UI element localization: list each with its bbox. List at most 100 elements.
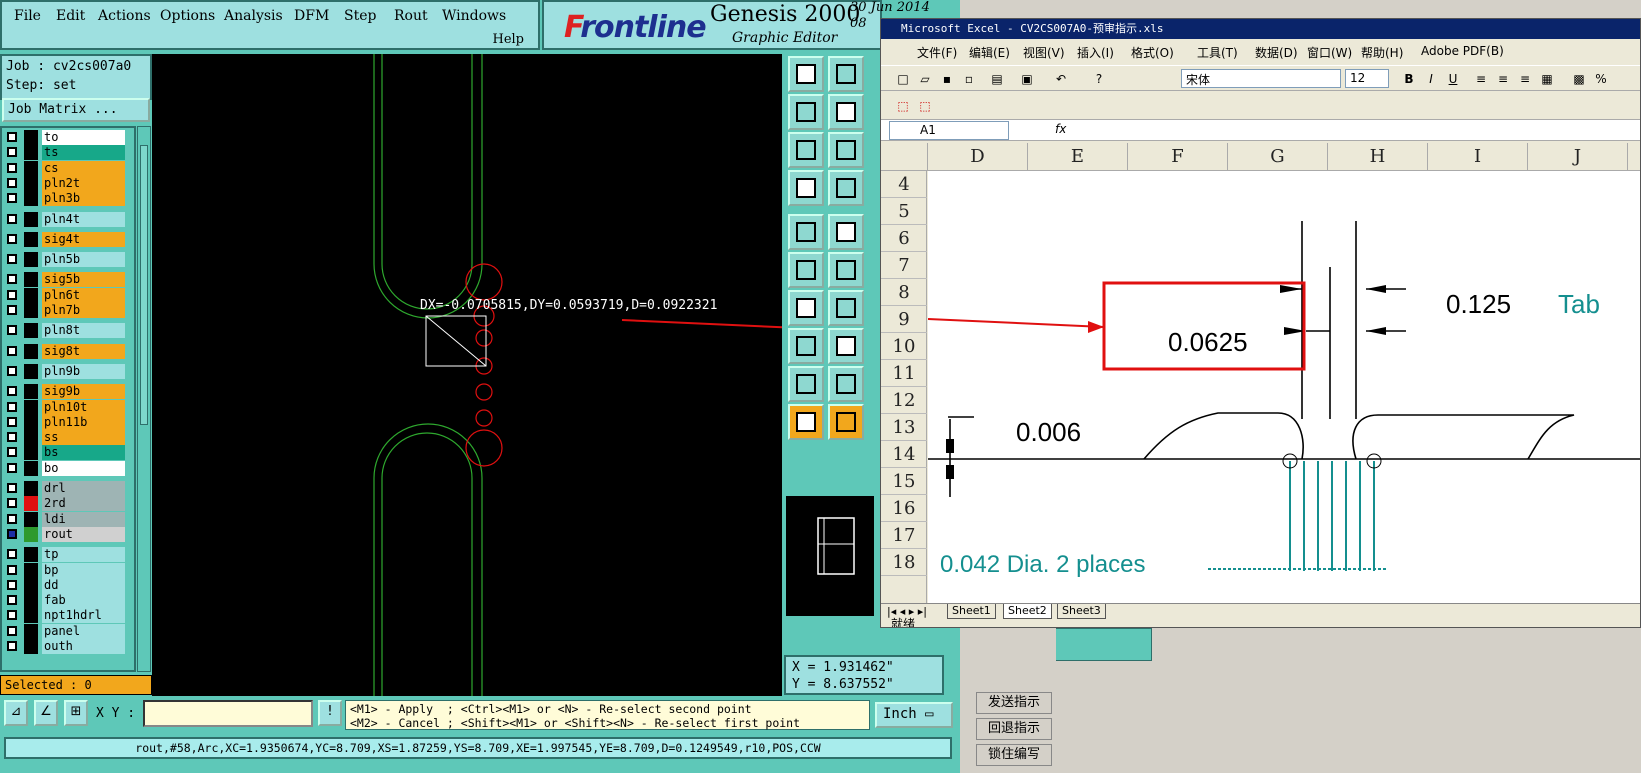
layer-checkbox[interactable] [7,386,17,397]
layer-color-swatch[interactable] [24,562,38,578]
align-center-icon[interactable]: ≡ [1495,71,1511,87]
layer-name[interactable]: bs [42,445,125,461]
layer-name[interactable]: ss [42,430,125,446]
layer-checkbox[interactable] [7,416,17,427]
sheet-tab-3[interactable]: Sheet3 [1057,604,1106,619]
layer-color-swatch[interactable] [24,272,38,288]
layer-row-pln11b[interactable]: pln11b [4,414,125,430]
layer-row-npt1hdrl[interactable]: npt1hdrl [4,608,125,624]
row-header-4[interactable]: 4 [881,171,927,198]
select-poly-tool-button[interactable] [828,214,864,250]
print-icon[interactable]: ▤ [989,71,1005,87]
menu-help[interactable]: Help [492,32,524,47]
layer-checkbox[interactable] [7,432,17,443]
bold-icon[interactable]: B [1401,71,1417,87]
xmenu-help[interactable]: 帮助(H) [1361,44,1403,61]
font-name-select[interactable]: 宋体 [1181,69,1341,88]
layer-name[interactable]: pln10t [42,399,125,415]
layer-color-swatch[interactable] [24,384,38,400]
send-instruction-button[interactable]: 发送指示 [976,692,1052,714]
row-header-5[interactable]: 5 [881,198,927,225]
worksheet-area[interactable]: 0.0625 0.125 Tab 0.006 0.042 Dia. 2 plac… [928,171,1640,603]
help-icon[interactable]: ? [1091,71,1107,87]
sheet-tab-1[interactable]: Sheet1 [947,604,996,619]
layer-row-drl[interactable]: drl [4,481,125,496]
new-icon[interactable]: □ [895,71,911,87]
layer-color-swatch[interactable] [24,414,38,430]
layer-name[interactable]: sig4t [42,231,125,247]
menu-rout[interactable]: Rout [394,8,428,24]
menu-dfm[interactable]: DFM [294,8,329,24]
move-right-button[interactable] [828,94,864,130]
layer-color-swatch[interactable] [24,511,38,527]
layer-checkbox[interactable] [7,147,17,158]
layer-color-swatch[interactable] [24,623,38,639]
layer-checkbox[interactable] [7,595,17,606]
layer-color-swatch[interactable] [24,211,38,227]
angle-icon[interactable]: ∠ [34,700,58,726]
layer-color-swatch[interactable] [24,399,38,415]
layer-checkbox[interactable] [7,579,17,590]
layer-name[interactable]: fab [42,593,125,609]
layer-name[interactable]: ldi [42,511,125,527]
percent-icon[interactable]: % [1593,71,1609,87]
snap-icon[interactable]: ⊿ [4,700,28,726]
layer-name[interactable]: pln5b [42,252,125,268]
layer-name[interactable]: 2rd [42,496,125,512]
layer-color-swatch[interactable] [24,496,38,512]
layer-name[interactable]: pln6t [42,287,125,303]
row-header-17[interactable]: 17 [881,522,927,549]
underline-icon[interactable]: U [1445,71,1461,87]
pdf-mail-icon[interactable]: ⬚ [917,98,933,114]
return-instruction-button[interactable]: 回退指示 [976,718,1052,740]
layer-row-sig8t[interactable]: sig8t [4,343,125,359]
row-header-12[interactable]: 12 [881,387,927,414]
layer-name[interactable]: ts [42,145,125,161]
layer-checkbox[interactable] [7,462,17,473]
sheet-tab-2[interactable]: Sheet2 [1003,604,1052,619]
xmenu-edit[interactable]: 编辑(E) [969,44,1010,61]
xmenu-insert[interactable]: 插入(I) [1077,44,1114,61]
save-icon[interactable]: ▪ [939,71,955,87]
menu-windows[interactable]: Windows [442,8,506,24]
row-header-16[interactable]: 16 [881,495,927,522]
menu-step[interactable]: Step [344,8,376,24]
layer-row-pln3b[interactable]: pln3b [4,191,125,207]
layer-row-to[interactable]: to [4,130,125,145]
layer-row-fab[interactable]: fab [4,593,125,609]
column-header-J[interactable]: J [1528,143,1628,171]
alert-icon[interactable]: ! [318,700,342,726]
layer-color-swatch[interactable] [24,577,38,593]
select-all-corner[interactable] [881,143,928,171]
menu-options[interactable]: Options [160,8,215,24]
menu-edit[interactable]: Edit [56,8,85,24]
row-header-9[interactable]: 9 [881,306,927,333]
row-header-13[interactable]: 13 [881,414,927,441]
scrollbar-thumb[interactable] [140,145,148,425]
row-header-18[interactable]: 18 [881,549,927,576]
layer-name[interactable]: pln4t [42,211,125,227]
xmenu-format[interactable]: 格式(O) [1131,44,1174,61]
layer-row-outh[interactable]: outh [4,639,125,654]
layer-name[interactable]: pln9b [42,363,125,379]
xmenu-view[interactable]: 视图(V) [1023,44,1065,61]
xmenu-tools[interactable]: 工具(T) [1197,44,1238,61]
layer-name[interactable]: sig5b [42,272,125,288]
currency-icon[interactable]: ▩ [1571,71,1587,87]
layer-color-swatch[interactable] [24,363,38,379]
layer-name[interactable]: cs [42,160,125,176]
layer-row-sig4t[interactable]: sig4t [4,231,125,247]
layer-color-swatch[interactable] [24,145,38,161]
layer-checkbox[interactable] [7,641,17,651]
layer-row-bo[interactable]: bo [4,460,125,476]
paste-icon[interactable]: ▣ [1019,71,1035,87]
layer-row-pln4t[interactable]: pln4t [4,211,125,227]
xmenu-data[interactable]: 数据(D) [1255,44,1298,61]
layer-checkbox[interactable] [7,177,17,188]
layer-row-pln9b[interactable]: pln9b [4,363,125,379]
center-tool-button[interactable] [828,132,864,168]
layer-row-pln8t[interactable]: pln8t [4,323,125,339]
pdf-convert-icon[interactable]: ⬚ [895,98,911,114]
layer-checkbox[interactable] [7,528,17,539]
triangle-tool-button[interactable] [788,366,824,402]
